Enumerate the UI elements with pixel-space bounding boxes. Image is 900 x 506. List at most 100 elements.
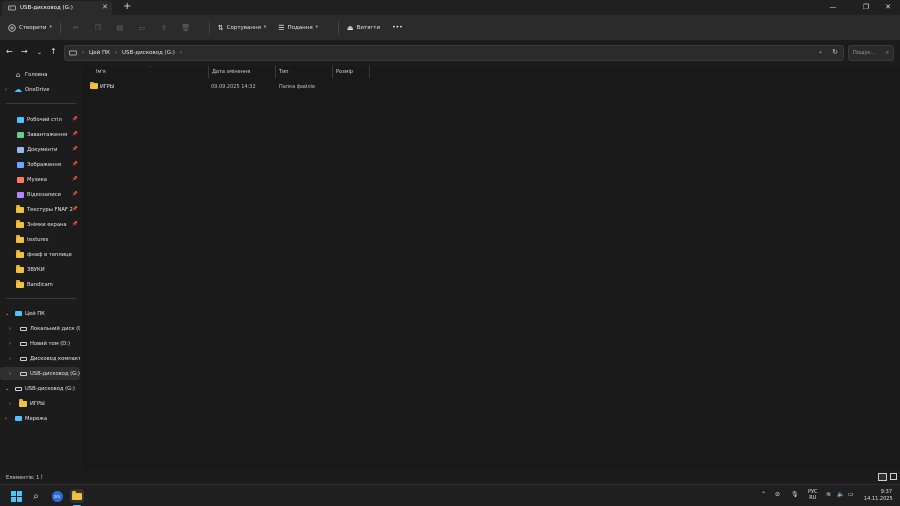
column-header-date[interactable]: Дата змінення <box>212 69 250 75</box>
column-divider[interactable] <box>332 66 333 78</box>
microphone-icon[interactable]: 🎙 <box>791 491 799 498</box>
sidebar-item-this-pc[interactable]: ⌄ Цей ПК <box>0 307 80 320</box>
status-separator: | <box>41 474 43 480</box>
forward-arrow-icon[interactable]: → <box>21 47 28 56</box>
clock-date: 14.11.2025 <box>864 496 893 502</box>
chevron-down-icon[interactable]: ⌄ <box>5 311 9 317</box>
sidebar-item-label: Дисковод компакт- <box>30 355 80 362</box>
more-icon: ••• <box>392 24 403 31</box>
network-off-icon[interactable]: ⊘ <box>775 491 780 498</box>
breadcrumb-usb-drive[interactable]: USB-дисковод (G:) <box>122 50 175 56</box>
paste-icon[interactable]: ▤ <box>113 21 127 35</box>
pin-icon: 📌 <box>72 192 78 197</box>
sidebar-item-quick[interactable]: Завантаження 📌 <box>0 128 80 141</box>
chevron-right-icon[interactable]: › <box>9 401 11 407</box>
file-explorer-taskbar-icon[interactable] <box>70 489 84 503</box>
wifi-icon[interactable]: ≋ <box>826 491 831 498</box>
delete-icon[interactable]: 🗑 <box>179 21 193 35</box>
up-arrow-icon[interactable]: ↑ <box>50 47 57 56</box>
sidebar-item-label: Робочий стіл <box>27 116 62 123</box>
view-button[interactable]: ☰ Подання ▾ <box>278 24 318 32</box>
sidebar-item-quick[interactable]: textures <box>0 233 80 246</box>
tray-overflow-chevron-icon[interactable]: ⌃ <box>761 491 766 498</box>
rename-icon[interactable]: ▭ <box>135 21 149 35</box>
column-divider[interactable] <box>369 66 370 78</box>
column-header-size[interactable]: Розмір <box>336 69 353 75</box>
sidebar-item-quick[interactable]: ЗВУКИ <box>0 263 80 276</box>
sidebar-item-label: Відеозаписи <box>27 191 61 198</box>
sidebar-item-quick[interactable]: Знімки екрана 📌 <box>0 218 80 231</box>
desktop-icon <box>16 116 24 123</box>
zoom-app-icon[interactable]: zm <box>50 489 64 503</box>
maximize-button[interactable]: ❐ <box>855 0 877 14</box>
chevron-right-icon[interactable]: › <box>5 87 7 93</box>
drive-icon <box>19 340 27 347</box>
clock[interactable]: 9:37 14.11.2025 <box>864 489 893 503</box>
start-windows-icon[interactable] <box>9 489 23 503</box>
cut-icon[interactable]: ✂ <box>69 21 83 35</box>
sidebar-item-quick[interactable]: Bandicam <box>0 278 80 291</box>
chevron-down-icon[interactable]: ⌄ <box>5 386 9 392</box>
new-button[interactable]: Створити ▾ <box>8 21 52 35</box>
search-icon[interactable]: ⌕ <box>29 489 43 503</box>
sidebar-item-quick[interactable]: Зображення 📌 <box>0 158 80 171</box>
pin-icon: 📌 <box>72 117 78 122</box>
search-input[interactable]: Пошук... ⌕ <box>848 45 894 61</box>
drive-icon <box>19 355 27 362</box>
breadcrumb-this-pc[interactable]: Цей ПК <box>89 50 110 56</box>
eject-button[interactable]: ⏏ Витягти <box>347 24 380 32</box>
sidebar-item-quick[interactable]: Відеозаписи 📌 <box>0 188 80 201</box>
file-row[interactable]: ИГРЫ 09.09.2025 14:32 Папка файлів <box>86 81 386 93</box>
minimize-button[interactable]: — <box>822 0 844 14</box>
details-view-icon[interactable] <box>878 473 887 481</box>
chevron-right-icon[interactable]: › <box>9 356 11 362</box>
refresh-icon[interactable]: ↻ <box>832 48 838 56</box>
chevron-right-icon[interactable]: › <box>9 326 11 332</box>
column-divider[interactable] <box>208 66 209 78</box>
sidebar-item-onedrive[interactable]: › ☁ OneDrive <box>0 83 80 96</box>
new-tab-button[interactable]: + <box>123 1 131 13</box>
back-arrow-icon[interactable]: ← <box>6 47 13 56</box>
sidebar-item-quick[interactable]: Документи 📌 <box>0 143 80 156</box>
column-divider[interactable] <box>275 66 276 78</box>
battery-icon[interactable]: ▭ <box>848 491 854 498</box>
sidebar-item-label: Головна <box>25 71 48 78</box>
recent-locations-chevron-icon[interactable]: ⌄ <box>37 49 42 56</box>
sidebar-item-quick[interactable]: Текстуры FNAF 2 📌 <box>0 203 80 216</box>
folder-icon <box>16 205 24 213</box>
pin-icon: 📌 <box>72 177 78 182</box>
sort-button[interactable]: ⇅ Сортування ▾ <box>218 24 266 32</box>
more-options-button[interactable]: ••• <box>392 24 403 31</box>
divider <box>208 20 210 35</box>
volume-icon[interactable]: 🔈 <box>837 491 844 498</box>
sidebar-item-drive[interactable]: › USB-дисковод (G:) <box>0 367 80 380</box>
tab-usb-drive[interactable]: USB-дисковод (G:) ✕ <box>2 1 112 15</box>
share-icon[interactable]: ⇪ <box>157 21 171 35</box>
address-history-chevron-icon[interactable]: ⌄ <box>818 48 823 55</box>
chevron-right-icon[interactable]: › <box>9 371 11 377</box>
sidebar-item-label: Мережа <box>25 415 48 422</box>
usb-drive-icon <box>69 50 77 56</box>
sidebar-item-quick[interactable]: Робочий стіл 📌 <box>0 113 80 126</box>
chevron-right-icon[interactable]: › <box>5 416 7 422</box>
column-header-type[interactable]: Тип <box>279 69 289 75</box>
sidebar-item-drive[interactable]: › Новий том (D:) <box>0 337 80 350</box>
close-tab-icon[interactable]: ✕ <box>102 3 108 11</box>
close-window-button[interactable]: ✕ <box>877 0 899 14</box>
title-bar: USB-дисковод (G:) ✕ + — ❐ ✕ <box>0 0 900 15</box>
sidebar-item-quick[interactable]: фнаф в теплице <box>0 248 80 261</box>
sidebar-item-usb-root[interactable]: ⌄ USB-дисковод (G:) <box>0 382 80 395</box>
copy-icon[interactable]: ❐ <box>91 21 105 35</box>
language-indicator[interactable]: РУС RU <box>808 489 818 501</box>
usb-drive-icon <box>14 385 22 392</box>
sidebar-item-home[interactable]: ⌂ Головна <box>0 68 80 81</box>
tiles-view-icon[interactable] <box>890 473 897 480</box>
sidebar-item-quick[interactable]: Музика 📌 <box>0 173 80 186</box>
address-bar[interactable]: › Цей ПК › USB-дисковод (G:) › ⌄ ↻ <box>64 45 844 61</box>
column-header-name[interactable]: Ім'я <box>96 69 106 75</box>
sidebar-item-drive[interactable]: › Локальний диск (C:) <box>0 322 80 335</box>
sidebar-item-network[interactable]: › Мережа <box>0 412 80 425</box>
sidebar-item-igry[interactable]: › ИГРЫ <box>0 397 80 410</box>
chevron-right-icon[interactable]: › <box>9 341 11 347</box>
sidebar-item-drive[interactable]: › Дисковод компакт- <box>0 352 80 365</box>
